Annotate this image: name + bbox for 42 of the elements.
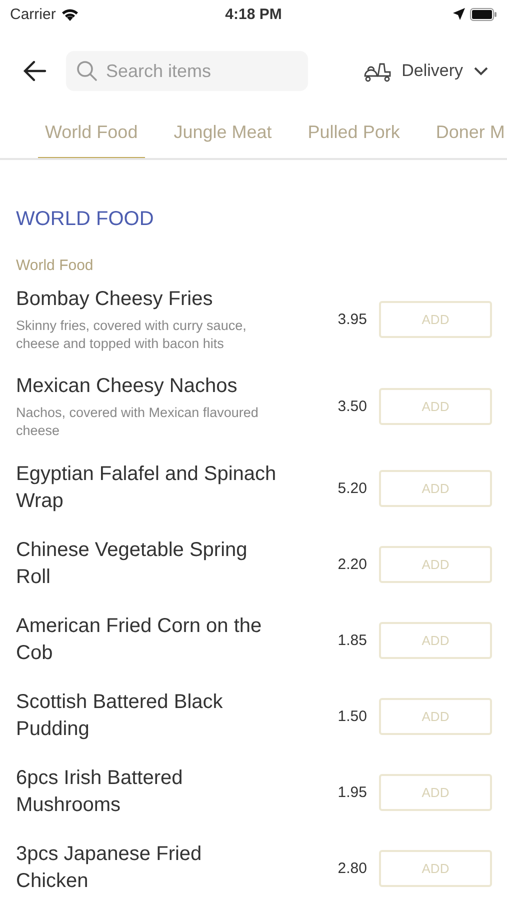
item-name: Mexican Cheesy Nachos xyxy=(16,374,238,399)
item-price: 1.50 xyxy=(338,708,367,724)
add-button[interactable]: ADD xyxy=(379,850,492,886)
item-price: 3.50 xyxy=(338,398,367,415)
wifi-icon xyxy=(60,8,79,20)
add-button[interactable]: ADD xyxy=(379,301,492,338)
item-price: 3.95 xyxy=(338,311,367,328)
item-name: American Fried Corn on the Cob xyxy=(16,614,263,666)
battery-icon xyxy=(470,8,497,20)
add-button[interactable]: ADD xyxy=(379,698,492,734)
item-name: Scottish Battered Black Pudding xyxy=(16,690,224,742)
carrier-label: Carrier xyxy=(10,6,56,22)
add-button[interactable]: ADD xyxy=(379,774,492,810)
section-title: WORLD FOOD xyxy=(16,208,155,231)
item-description: Nachos, covered with Mexican flavoured cheese xyxy=(16,404,260,440)
item-price: 1.95 xyxy=(338,784,367,800)
category-tab[interactable]: Jungle Meat xyxy=(166,114,279,158)
clock-time: 4:18 PM xyxy=(225,6,282,22)
item-name: Bombay Cheesy Fries xyxy=(16,287,214,312)
add-button[interactable]: ADD xyxy=(379,546,492,582)
add-button[interactable]: ADD xyxy=(379,388,492,425)
delivery-selector[interactable]: Delivery xyxy=(362,60,489,82)
item-price: 1.85 xyxy=(338,632,367,648)
category-tab[interactable]: World Food xyxy=(38,114,145,158)
location-arrow-icon xyxy=(452,8,465,20)
item-price: 2.80 xyxy=(338,860,367,876)
add-button[interactable]: ADD xyxy=(379,470,492,506)
chevron-down-icon xyxy=(473,66,489,76)
item-name: Egyptian Falafel and Spinach Wrap xyxy=(16,462,278,514)
item-name: 3pcs Japanese Fried Chicken xyxy=(16,842,203,894)
item-description: Skinny fries, covered with curry sauce, cheese and topped with bacon hits xyxy=(16,317,248,353)
category-tab[interactable]: Pulled Pork xyxy=(300,114,407,158)
search-icon xyxy=(76,60,98,82)
search-field[interactable]: Search items xyxy=(66,51,308,91)
back-arrow-icon[interactable] xyxy=(22,58,48,84)
item-price: 5.20 xyxy=(338,480,367,496)
item-name: 6pcs Irish Battered Mushrooms xyxy=(16,766,184,818)
item-name: Chinese Vegetable Spring Roll xyxy=(16,538,248,590)
category-label: World Food xyxy=(16,257,94,274)
item-price: 2.20 xyxy=(338,556,367,572)
category-tab[interactable]: Doner M xyxy=(428,114,507,158)
add-button[interactable]: ADD xyxy=(379,622,492,658)
